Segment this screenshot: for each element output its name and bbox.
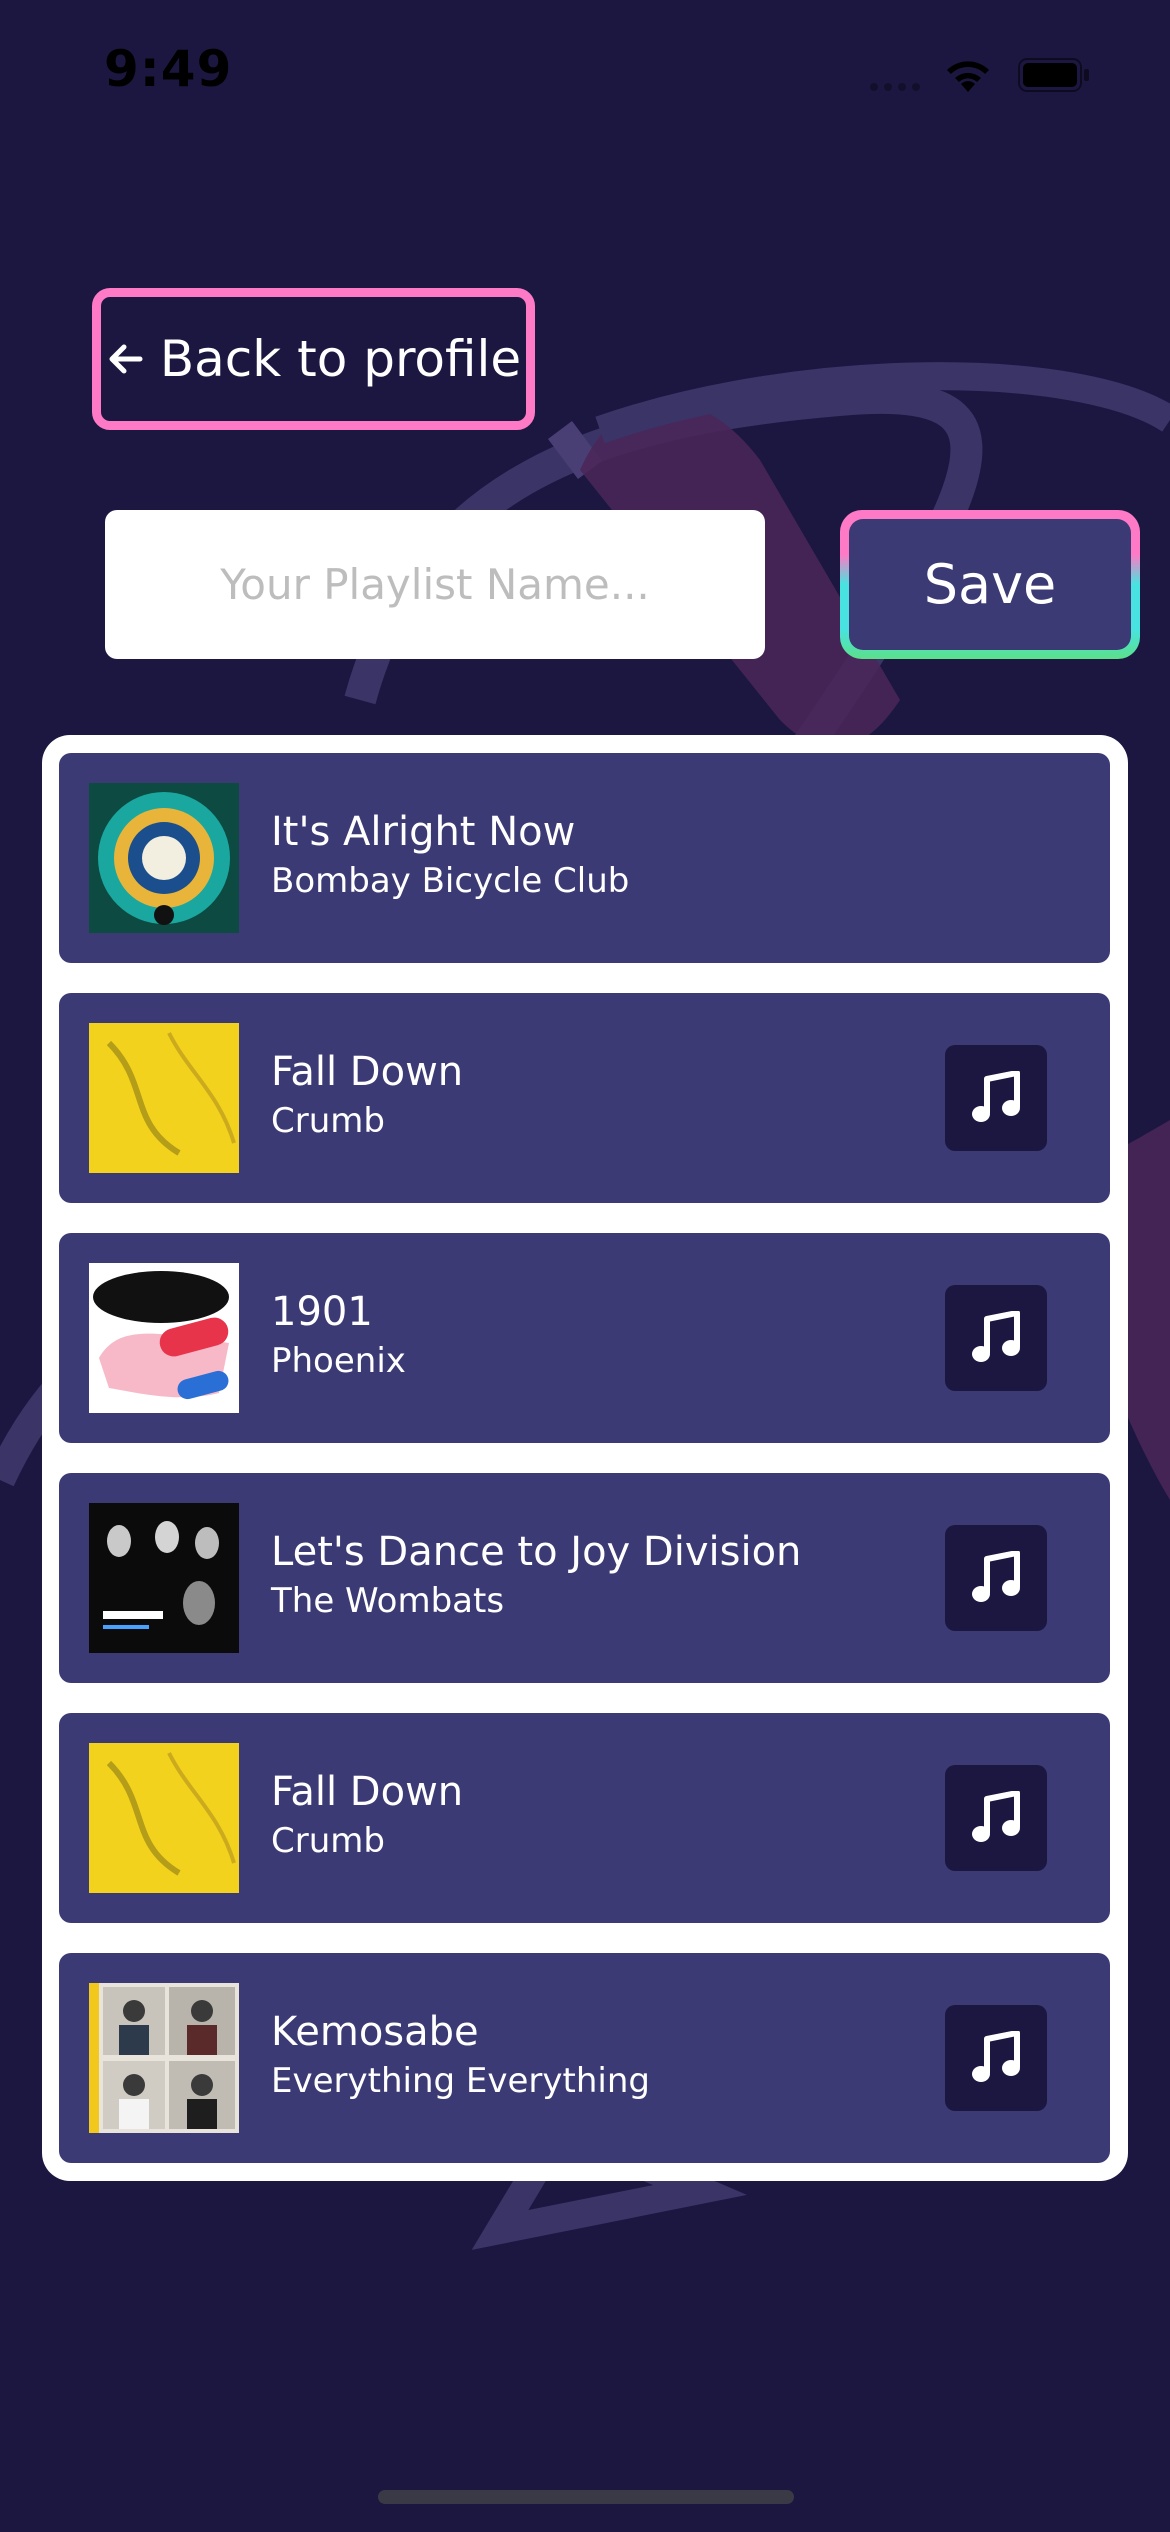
home-indicator[interactable]: [378, 2490, 794, 2504]
battery-icon: [1018, 58, 1089, 92]
track-row[interactable]: Let's Dance to Joy Division The Wombats: [59, 1473, 1110, 1683]
track-artist: Phoenix: [271, 1341, 406, 1381]
track-row[interactable]: Kemosabe Everything Everything: [59, 1953, 1110, 2163]
track-title: Let's Dance to Joy Division: [271, 1529, 802, 1575]
track-artist: The Wombats: [271, 1581, 505, 1621]
track-title: It's Alright Now: [271, 809, 576, 855]
album-cover: [89, 1263, 239, 1413]
preview-button[interactable]: [945, 1045, 1047, 1151]
music-note-icon: [972, 1071, 1020, 1122]
track-title: 1901: [271, 1289, 373, 1335]
track-title: Kemosabe: [271, 2009, 479, 2055]
music-note-icon: [972, 1791, 1020, 1842]
album-cover: [89, 1743, 239, 1893]
back-button-label: Back to profile: [159, 330, 522, 388]
playlist-name-input[interactable]: [105, 510, 765, 659]
save-button-label: Save: [849, 519, 1131, 650]
status-icons: [870, 54, 1110, 94]
preview-button[interactable]: [945, 2005, 1047, 2111]
arrow-left-icon: [109, 344, 143, 374]
album-cover: [89, 783, 239, 933]
track-row[interactable]: Fall Down Crumb: [59, 1713, 1110, 1923]
music-note-icon: [972, 1551, 1020, 1602]
track-artist: Everything Everything: [271, 2061, 650, 2101]
cellular-signal-icon: [870, 76, 926, 95]
preview-button[interactable]: [945, 1525, 1047, 1631]
album-cover: [89, 1503, 239, 1653]
preview-button[interactable]: [945, 1765, 1047, 1871]
save-button[interactable]: Save: [840, 510, 1140, 659]
track-row[interactable]: 1901 Phoenix: [59, 1233, 1110, 1443]
track-list: It's Alright Now Bombay Bicycle Club Fal…: [42, 735, 1128, 2181]
preview-button[interactable]: [945, 1285, 1047, 1391]
track-row[interactable]: It's Alright Now Bombay Bicycle Club: [59, 753, 1110, 963]
track-title: Fall Down: [271, 1049, 464, 1095]
track-title: Fall Down: [271, 1769, 464, 1815]
track-row[interactable]: Fall Down Crumb: [59, 993, 1110, 1203]
music-note-icon: [972, 2031, 1020, 2082]
track-artist: Crumb: [271, 1821, 385, 1861]
album-cover: [89, 1983, 239, 2133]
back-to-profile-button[interactable]: Back to profile: [92, 288, 535, 430]
status-time: 9:49: [104, 40, 233, 98]
music-note-icon: [972, 1311, 1020, 1362]
track-artist: Crumb: [271, 1101, 385, 1141]
track-artist: Bombay Bicycle Club: [271, 861, 630, 901]
wifi-icon: [947, 61, 989, 92]
album-cover: [89, 1023, 239, 1173]
